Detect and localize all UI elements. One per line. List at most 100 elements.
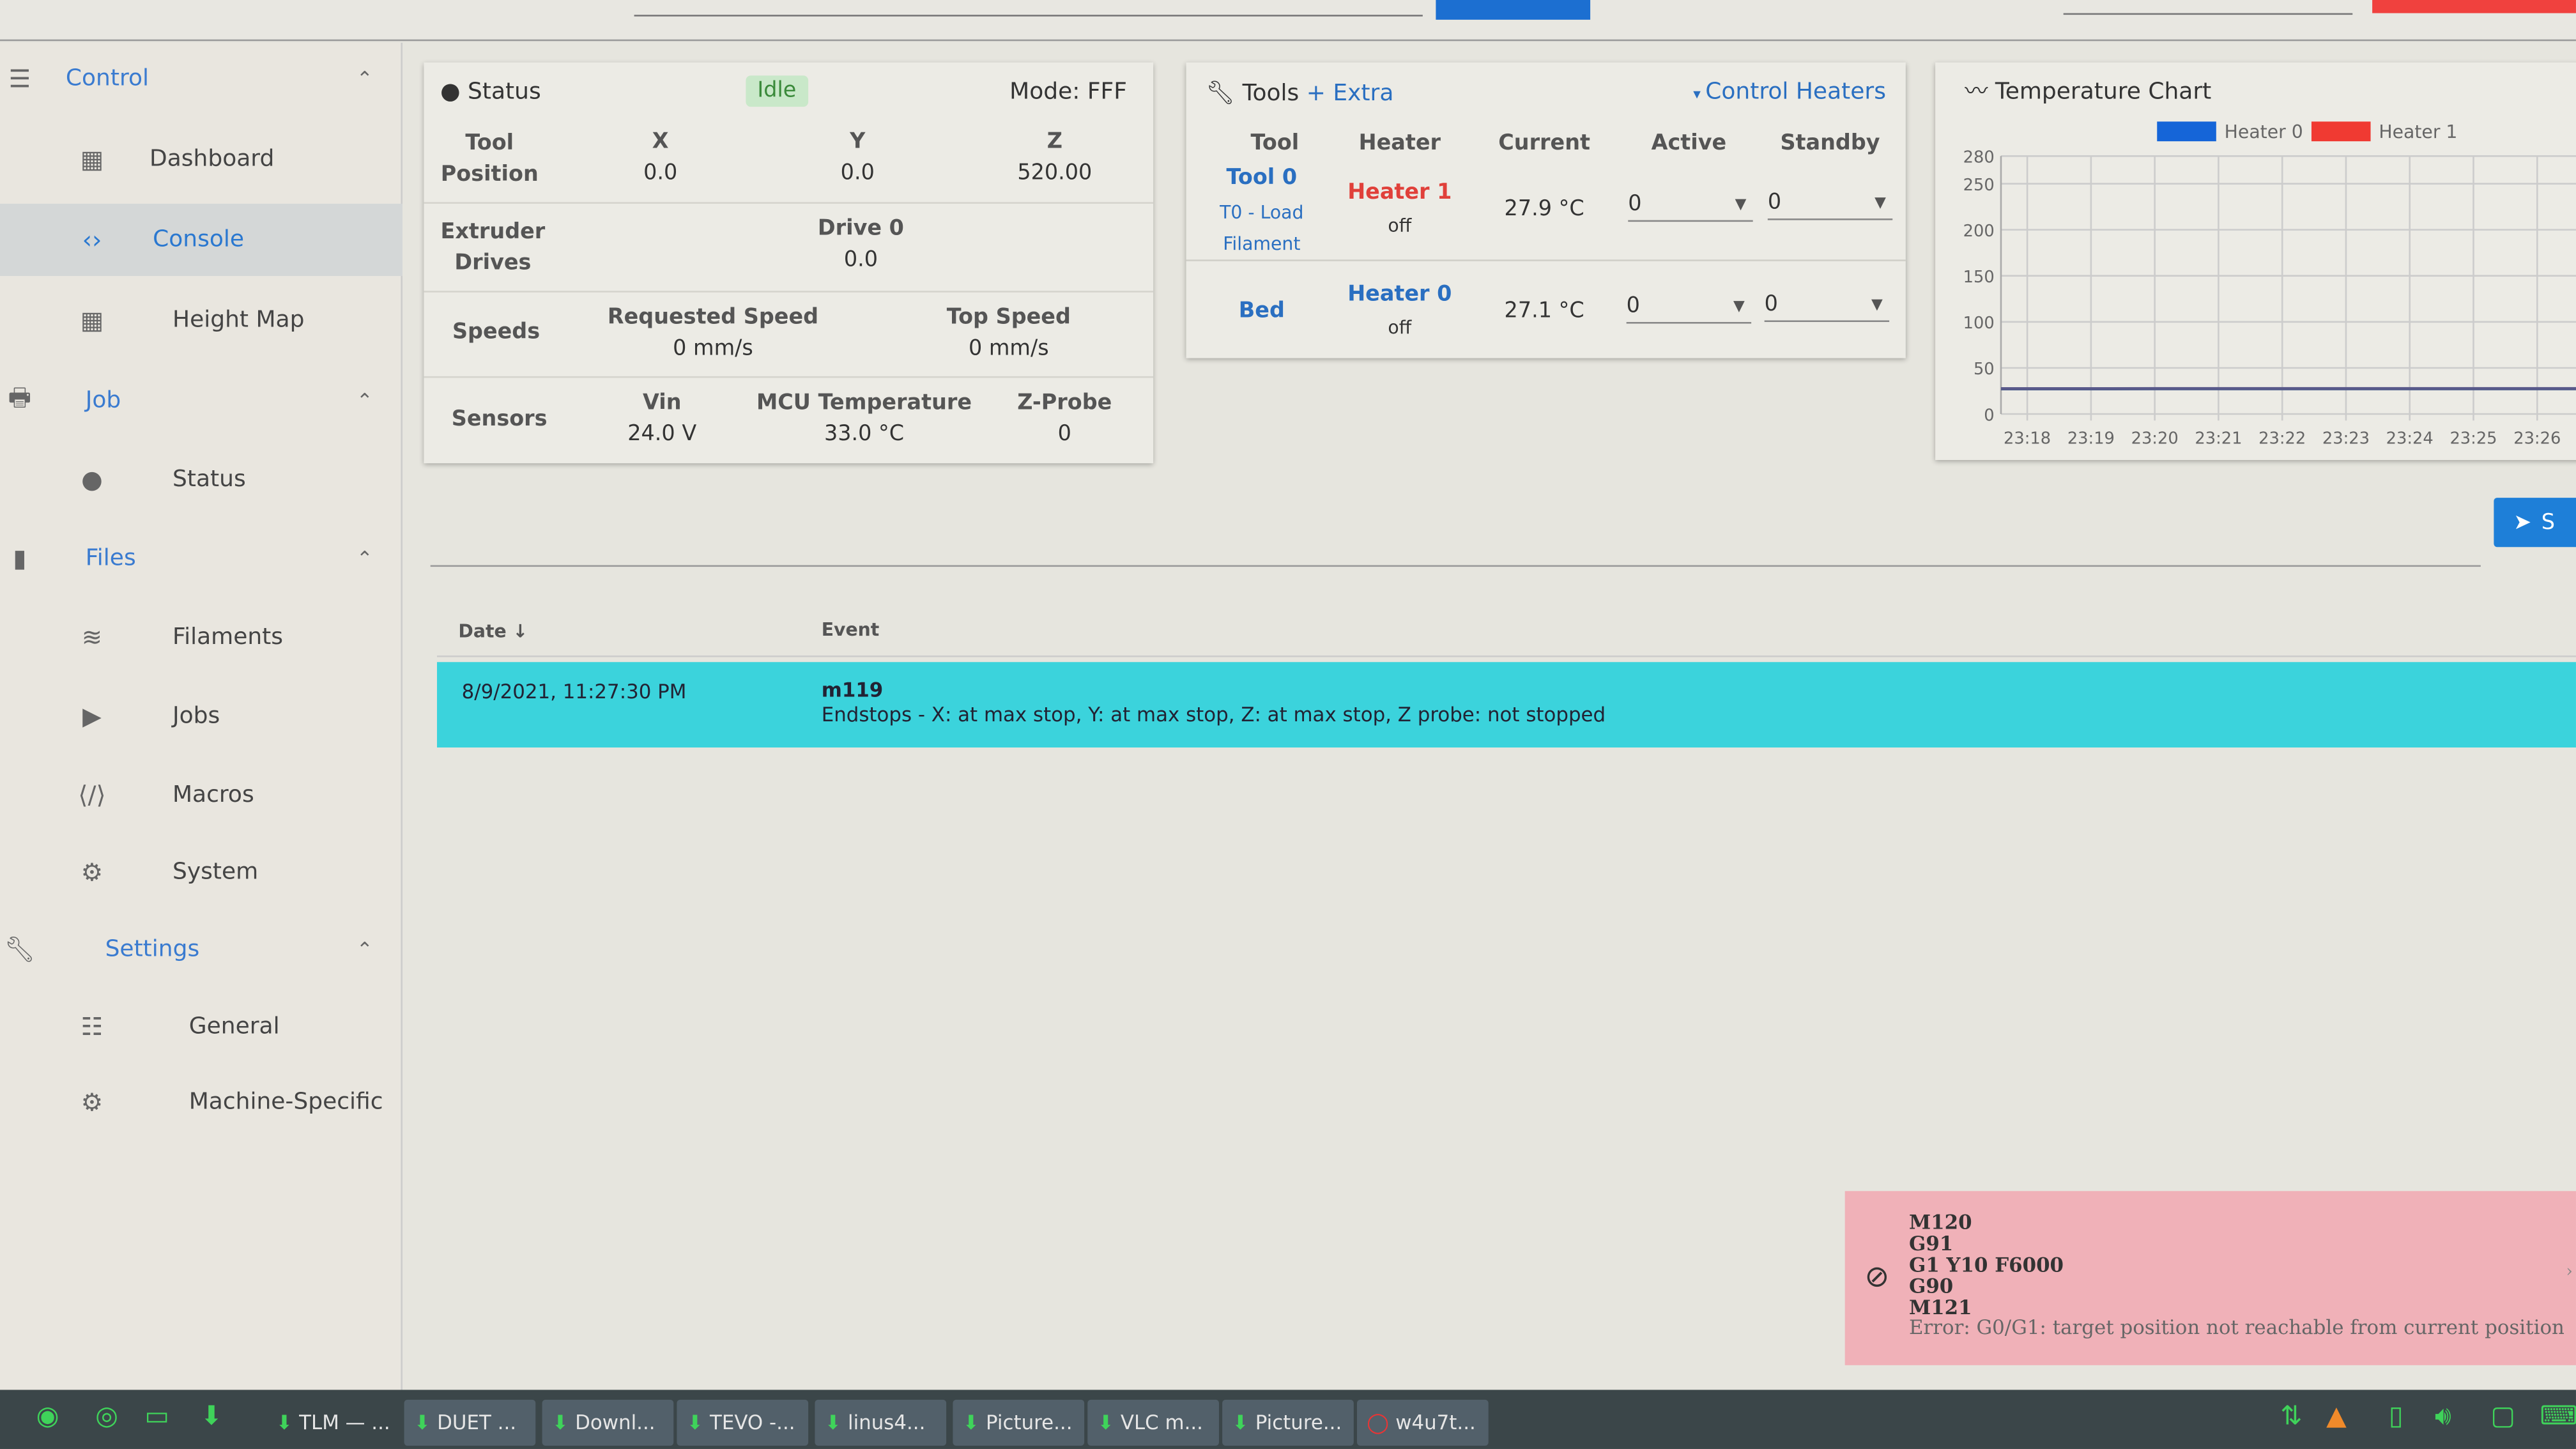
taskbar-item[interactable]: ⬇ Picture... — [1222, 1399, 1354, 1446]
sidebar-item-jobs[interactable]: ▶ Jobs — [0, 680, 402, 753]
date-column-header[interactable]: Date ↓ — [458, 621, 528, 642]
tools-title-text: Tools — [1242, 80, 1300, 107]
sidebar-item-label: Filaments — [172, 624, 284, 651]
chevron-up-icon[interactable]: ⌃ — [356, 67, 373, 90]
display-icon[interactable]: ▢ — [2490, 1400, 2515, 1431]
x-tick-label: 23:21 — [2195, 429, 2242, 448]
taskbar-item[interactable]: ⬇ VLC m... — [1087, 1399, 1219, 1446]
y-tick-label: 250 — [1963, 176, 1995, 195]
load-filament-link[interactable]: T0 - Load Filament — [1196, 197, 1328, 260]
z-probe-label: Z-Probe — [1017, 390, 1112, 416]
control-heaters-button[interactable]: ▾ Control Heaters — [1693, 79, 1886, 105]
window-icon: ⬇ — [686, 1411, 703, 1434]
chevron-up-icon[interactable]: ⌃ — [356, 389, 373, 412]
console-command-input[interactable] — [430, 493, 2481, 567]
x-tick-label: 23:26 — [2513, 429, 2561, 448]
network-icon[interactable]: ⇅ — [2280, 1400, 2302, 1431]
sidebar-item-label: System — [172, 859, 259, 885]
bed-link[interactable]: Bed — [1213, 299, 1311, 324]
gears-icon: ⚙ — [80, 1087, 103, 1117]
taskbar-item[interactable]: ⬇ DUET ... — [404, 1399, 536, 1446]
taskbar-item[interactable]: ⬇ TLM — ... — [266, 1400, 398, 1446]
x-tick-label: 23:24 — [2386, 429, 2434, 448]
taskbar-item[interactable]: ⬇ Downl... — [542, 1399, 674, 1446]
close-icon[interactable]: › — [2566, 1263, 2573, 1281]
taskbar-item[interactable]: ⬇ Picture... — [953, 1399, 1085, 1446]
sidebar-item-machine-specific[interactable]: ⚙ Machine-Specific — [0, 1066, 402, 1138]
browser-icon[interactable]: ◎ — [95, 1400, 118, 1431]
taskbar-item[interactable]: ⬇ linus4... — [815, 1399, 947, 1446]
sidebar-item-label: Macros — [172, 781, 254, 809]
keyboard-icon[interactable]: ⌨ — [2540, 1400, 2576, 1431]
legend-label[interactable]: Heater 0 — [2225, 121, 2303, 142]
taskbar: ◉ ◎ ▭ ⬇ ⇅ ▲ ▯ 🔊︎ ▢ ⌨ ⬇ TLM — ... ⬇ DUET ...… — [0, 1390, 2576, 1449]
clipboard-icon[interactable]: ▯ — [2389, 1400, 2404, 1431]
send-button[interactable]: ➤ S — [2494, 498, 2576, 548]
heater-1-standby-select[interactable]: 0 ▼ — [1767, 190, 1893, 220]
code-input[interactable] — [634, 0, 1423, 17]
top-send-button[interactable] — [1436, 0, 1591, 20]
emergency-stop-button[interactable] — [2372, 0, 2576, 13]
sidebar-item-files[interactable]: ▮ Files ⌃ — [0, 523, 402, 595]
app-icon[interactable]: ⬇ — [201, 1400, 222, 1431]
axis-z-value: 520.00 — [1017, 160, 1092, 186]
x-tick-label: 23:19 — [2067, 429, 2115, 448]
volume-icon[interactable]: 🔊︎ — [2435, 1400, 2451, 1432]
console-table-header: Date ↓ Event — [436, 608, 2576, 657]
heater-0-active-select[interactable]: 0 ▼ — [1626, 294, 1752, 324]
vin-label: Vin — [642, 390, 682, 416]
chevron-up-icon[interactable]: ⌃ — [356, 938, 373, 961]
taskbar-item[interactable]: ⬇ TEVO -... — [677, 1399, 809, 1446]
terminal-icon[interactable]: ▭ — [144, 1400, 169, 1431]
heater-0-standby-select[interactable]: 0 ▼ — [1764, 292, 1890, 322]
sidebar-item-label: Dashboard — [149, 146, 275, 172]
tune-icon: ☷ — [80, 1011, 103, 1042]
chevron-up-icon[interactable]: ⌃ — [356, 547, 373, 570]
status-card: ● Status Idle Mode: FFF Tool Position X 0… — [424, 62, 1154, 464]
sidebar-item-status[interactable]: ● Status — [0, 443, 402, 516]
sidebar-item-label: Control — [65, 65, 149, 92]
sidebar-item-console[interactable]: ‹› Console — [0, 203, 402, 276]
start-menu-icon[interactable]: ◉ — [36, 1400, 59, 1431]
tool-0-link[interactable]: Tool 0 — [1213, 166, 1311, 191]
wrench-icon: 🔧︎ — [4, 935, 36, 965]
error-notification[interactable]: ⊘ M120 G91 G1 Y10 F6000 G90 M121 Error: G0/G… — [1844, 1191, 2576, 1365]
sidebar-item-macros[interactable]: ⟨/⟩ Macros — [0, 759, 402, 831]
sidebar-item-control[interactable]: ☰ Control ⌃ — [0, 43, 402, 115]
sidebar-item-job[interactable]: 🖶︎ Job ⌃ — [0, 365, 402, 437]
sidebar-item-label: Jobs — [172, 703, 220, 730]
legend-label[interactable]: Heater 1 — [2379, 121, 2457, 142]
sidebar-item-general[interactable]: ☷ General — [0, 991, 402, 1063]
requested-speed-value: 0 mm/s — [673, 337, 753, 362]
sidebar-item-system[interactable]: ⚙ System — [0, 836, 402, 908]
status-title: ● Status — [440, 79, 541, 105]
tools-column-header: Tool — [1250, 131, 1300, 157]
legend-swatch[interactable] — [2311, 121, 2371, 142]
sidebar-item-filaments[interactable]: ≋ Filaments — [0, 601, 402, 673]
window-icon: ⬇ — [824, 1411, 841, 1434]
sidebar-item-label: Settings — [105, 936, 200, 963]
heater-1-active-select[interactable]: 0 ▼ — [1628, 192, 1753, 222]
standby-value: 0 — [1767, 190, 1782, 215]
standby-value: 0 — [1764, 292, 1778, 318]
window-icon: ⬇ — [962, 1411, 979, 1434]
sidebar-item-dashboard[interactable]: ▦ Dashboard — [0, 123, 402, 195]
grid-icon: ▦ — [80, 305, 104, 335]
legend-swatch[interactable] — [2157, 121, 2216, 142]
top-select[interactable] — [2063, 0, 2353, 15]
extra-link[interactable]: + Extra — [1307, 80, 1394, 107]
taskbar-item[interactable]: ◯ w4u7t... — [1356, 1399, 1489, 1446]
row-command: m119 — [821, 678, 884, 702]
heater-1-button[interactable]: Heater 1 — [1337, 181, 1462, 206]
heater-0-button[interactable]: Heater 0 — [1337, 282, 1462, 307]
status-title-text: Status — [468, 79, 541, 105]
sidebar-item-label: Height Map — [172, 307, 305, 334]
table-row: 8/9/2021, 11:27:30 PM m119 Endstops - X:… — [436, 662, 2576, 747]
sidebar-item-settings[interactable]: 🔧︎ Settings ⌃ — [0, 914, 402, 986]
tool-position-label: Tool Position — [440, 131, 539, 188]
axis-z-label: Z — [1046, 130, 1062, 155]
y-tick-label: 0 — [1984, 406, 1994, 425]
taskbar-item-label: TEVO -... — [710, 1411, 795, 1434]
sidebar-item-height-map[interactable]: ▦ Height Map — [0, 284, 402, 356]
vlc-icon[interactable]: ▲ — [2326, 1400, 2347, 1431]
